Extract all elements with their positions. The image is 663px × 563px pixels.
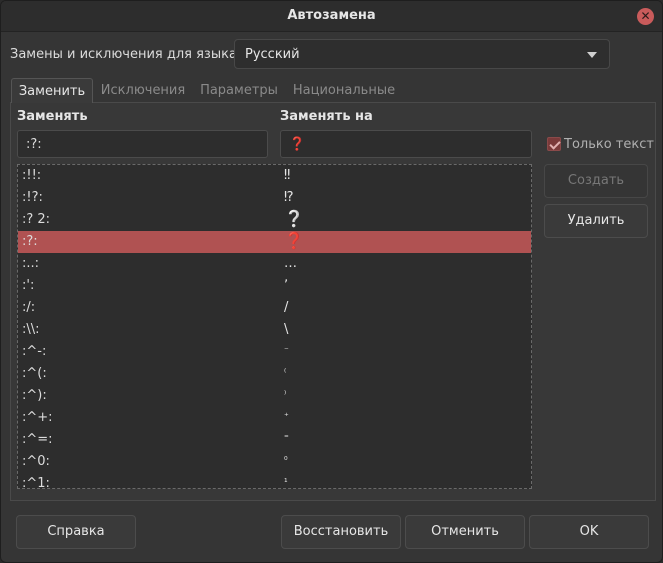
reset-button[interactable]: Восстановить [281,515,401,549]
row-to: ‼ [284,168,291,183]
row-from: :^=: [22,432,53,447]
table-row[interactable]: :!?: ⁉ [18,187,531,209]
row-to: ⁾ [284,390,287,400]
cancel-button[interactable]: Отменить [405,515,525,549]
language-label: Замены и исключения для языка: [10,47,242,62]
row-from: :^+: [22,410,53,425]
row-to: ⁻ [284,346,289,356]
language-value: Русский [245,47,300,62]
table-row[interactable]: :^): ⁾ [18,385,531,407]
table-row[interactable]: :^=: ⁼ [18,429,531,451]
ok-button[interactable]: OK [529,515,649,549]
row-from: :?: [22,234,38,249]
row-from: :^1: [22,476,50,489]
row-to: ¹ [284,478,288,488]
replace-input-value: :?: [26,137,42,152]
tab-options[interactable]: Параметры [197,78,281,103]
row-to: ʼ [284,278,289,293]
close-icon[interactable]: ✕ [637,8,654,25]
tab-replace[interactable]: Заменить [11,78,93,103]
table-row[interactable]: :..: … [18,253,531,275]
row-to: / [284,300,289,315]
table-row[interactable]: :^0: ⁰ [18,451,531,473]
table-row[interactable]: :\\: \ [18,319,531,341]
delete-button[interactable]: Удалить [544,204,648,238]
language-select[interactable]: Русский [234,39,610,69]
create-button[interactable]: Создать [544,164,648,198]
replace-with-input-value: ❓ [289,137,306,152]
row-from: :/: [22,300,36,315]
table-row[interactable]: :^+: ⁺ [18,407,531,429]
table-row[interactable]: :^-: ⁻ [18,341,531,363]
row-to: ❔ [284,209,304,228]
row-from: :!!: [22,168,42,183]
row-from: :!?: [22,190,43,205]
row-from: :^-: [22,344,47,359]
table-row[interactable]: :? 2: ❔ [18,209,531,231]
table-row[interactable]: :^(: ⁽ [18,363,531,385]
dropdown-arrow-icon [587,52,597,58]
row-to: ⁉ [284,190,294,205]
text-only-checkbox[interactable] [547,137,561,151]
table-row[interactable]: :^1: ¹ [18,473,531,489]
replace-with-label: Заменять на [280,109,373,124]
row-from: :': [22,278,35,293]
table-row[interactable]: :!!: ‼ [18,165,531,187]
title-bar[interactable]: Автозамена ✕ [1,1,662,32]
tab-exceptions[interactable]: Исключения [99,78,187,103]
table-row-selected[interactable]: :?: ❓ [18,231,531,253]
help-button[interactable]: Справка [16,515,136,549]
row-to: ⁺ [284,412,289,422]
row-to: ⁽ [284,368,287,378]
window-title: Автозамена [287,8,376,23]
row-to: \ [284,322,289,337]
row-from: :^0: [22,454,50,469]
row-to: ⁰ [284,456,288,466]
text-only-label: Только текст [564,137,654,152]
replacement-table[interactable]: :!!: ‼ :!?: ⁉ :? 2: ❔ :?: ❓ :..: … :': ʼ… [17,164,532,489]
table-row[interactable]: :': ʼ [18,275,531,297]
row-to: ❓ [284,231,304,250]
row-from: :..: [22,256,40,271]
replace-label: Заменять [17,109,88,124]
row-from: :\\: [22,322,40,337]
row-to: … [284,256,297,271]
table-row[interactable]: :/: / [18,297,531,319]
row-to: ⁼ [284,434,289,444]
row-from: :? 2: [22,212,51,227]
tab-localized[interactable]: Национальные [291,78,397,103]
replace-input[interactable]: :?: [17,130,268,158]
replace-with-input[interactable]: ❓ [280,130,532,158]
row-from: :^(: [22,366,47,381]
row-from: :^): [22,388,47,403]
autocorrect-dialog: Автозамена ✕ Замены и исключения для язы… [0,0,663,563]
